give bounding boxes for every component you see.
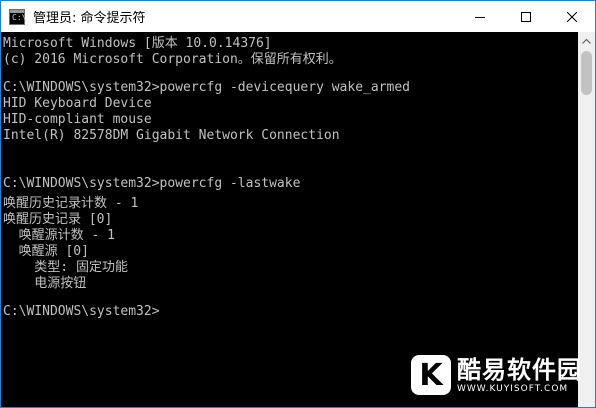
console-line: (c) 2016 Microsoft Corporation。保留所有权利。 [3,52,342,67]
close-icon [567,11,577,22]
console-output[interactable]: Microsoft Windows [版本 10.0.14376] (c) 20… [1,32,577,407]
window-title: 管理员: 命令提示符 [33,11,146,26]
chevron-up-icon [582,38,591,44]
cmd-window: C:\ 管理员: 命令提示符 Microsoft Windows [版本 10.… [0,0,596,408]
watermark: K 酷易软件园 WWW.KUYISOFT.COM [411,355,582,395]
vertical-scrollbar[interactable] [578,32,595,407]
scroll-up-button[interactable] [578,32,595,49]
console-line: HID-compliant mouse [3,112,152,127]
console-line: Intel(R) 82578DM Gigabit Network Connect… [3,128,340,143]
cmd-app-icon-label: C:\ [12,12,27,22]
maximize-icon [521,11,531,22]
watermark-text: 酷易软件园 WWW.KUYISOFT.COM [457,356,582,395]
console-line: Microsoft Windows [版本 10.0.14376] [3,36,272,51]
window-controls [457,1,595,32]
scroll-thumb[interactable] [581,51,592,95]
console-line: C:\WINDOWS\system32>powercfg -devicequer… [3,80,410,95]
cmd-app-icon[interactable]: C:\ [9,8,27,25]
console-line: HID Keyboard Device [3,96,152,111]
console-line: 唤醒源计数 - 1 [3,228,115,243]
title-bar[interactable]: C:\ 管理员: 命令提示符 [1,1,595,32]
console-prompt-line[interactable]: C:\WINDOWS\system32> [1,304,577,320]
console-line: 类型: 固定功能 [3,260,128,275]
watermark-name: 酷易软件园 [457,355,582,384]
watermark-logo-letter: K [419,357,443,393]
console-line: 唤醒历史记录计数 - 1 [3,196,139,211]
minimize-icon [475,16,485,18]
minimize-button[interactable] [457,1,503,32]
console-line: C:\WINDOWS\system32>powercfg -lastwake [3,176,301,191]
watermark-logo: K [411,355,451,395]
console-line: 唤醒源 [0] [3,244,89,259]
console-line: 唤醒历史记录 [0] [3,212,113,227]
maximize-button[interactable] [503,1,549,32]
close-button[interactable] [549,1,595,32]
watermark-url: WWW.KUYISOFT.COM [457,383,569,394]
